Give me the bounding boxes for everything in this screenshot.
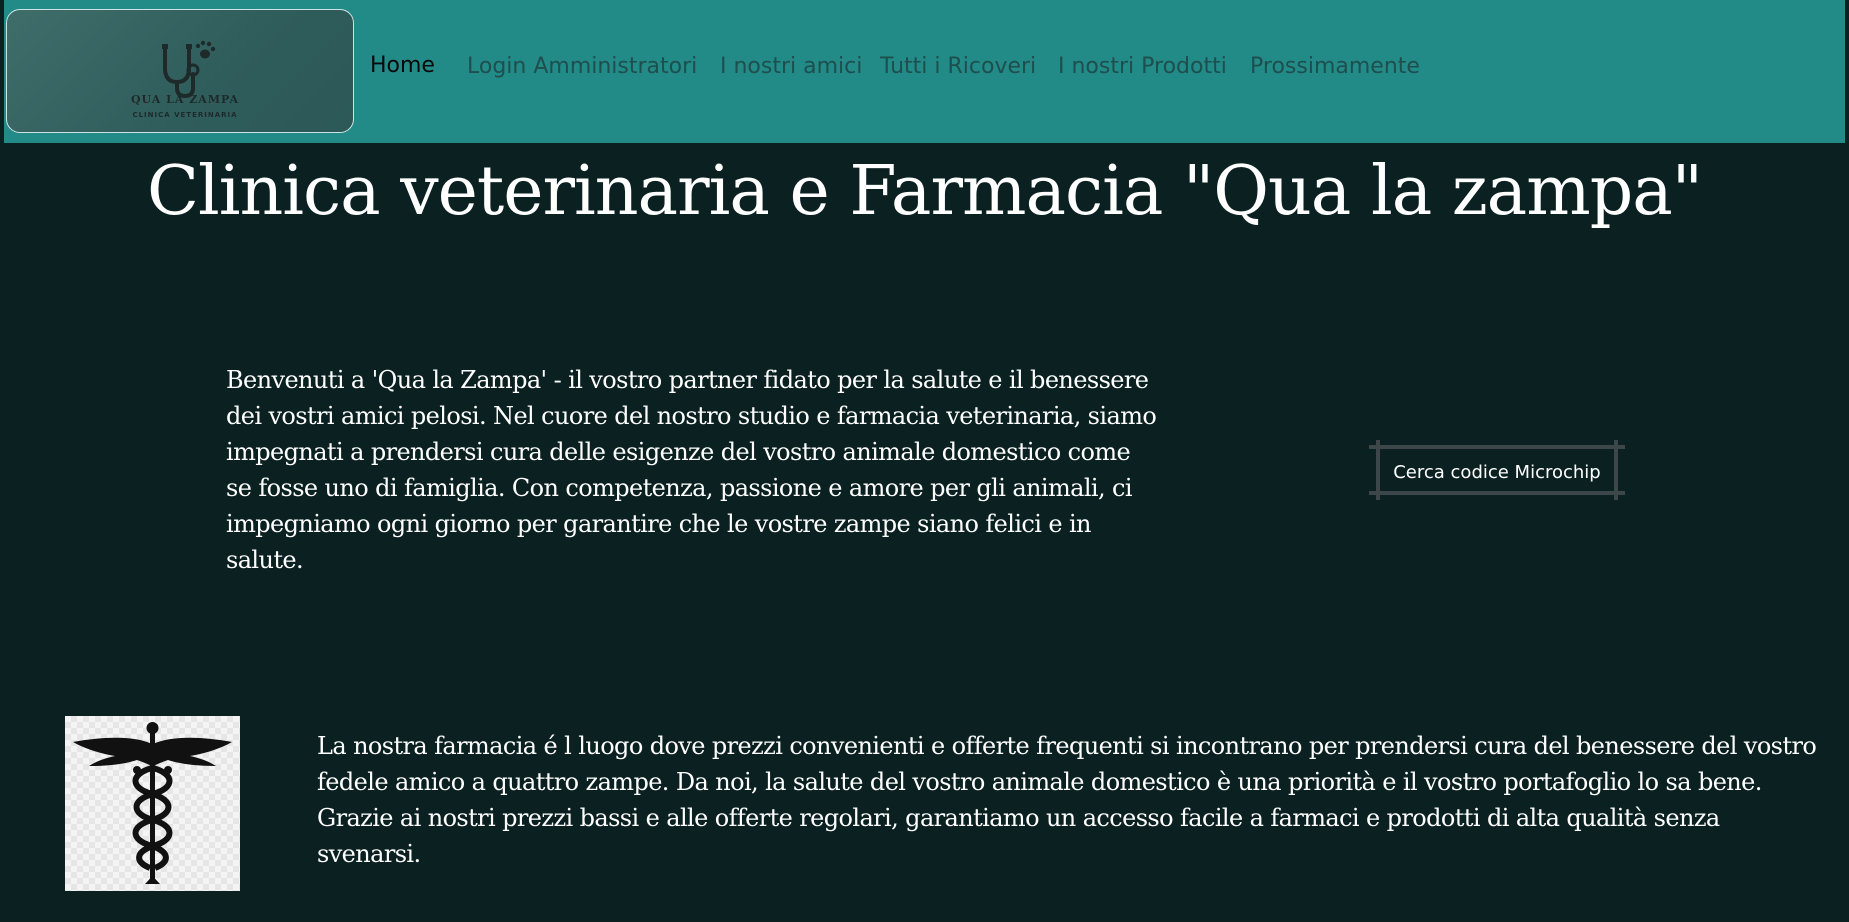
logo[interactable]: QUA LA ZAMPA CLINICA VETERINARIA <box>6 9 354 133</box>
logo-title: QUA LA ZAMPA <box>130 93 240 106</box>
microchip-button-label: Cerca codice Microchip <box>1393 462 1601 483</box>
nav-i-nostri-amici[interactable]: I nostri amici <box>720 54 862 79</box>
nav-login-amministratori[interactable]: Login Amministratori <box>467 54 697 79</box>
nav-i-nostri-prodotti[interactable]: I nostri Prodotti <box>1058 54 1227 79</box>
caduceus-icon <box>73 722 232 884</box>
logo-subtitle: CLINICA VETERINARIA <box>132 111 238 119</box>
nav-home[interactable]: Home <box>370 53 435 78</box>
nav-prossimamente[interactable]: Prossimamente <box>1250 54 1420 79</box>
page-title: Clinica veterinaria e Farmacia "Qua la z… <box>146 152 1703 231</box>
nav-tutti-i-ricoveri[interactable]: Tutti i Ricoveri <box>880 54 1036 79</box>
pharmacy-paragraph: La nostra farmacia é l luogo dove prezzi… <box>317 732 1817 868</box>
pharmacy-image <box>65 716 240 891</box>
microchip-search-button[interactable]: Cerca codice Microchip <box>1369 440 1625 500</box>
intro-paragraph: Benvenuti a 'Qua la Zampa' - il vostro p… <box>226 366 1157 574</box>
